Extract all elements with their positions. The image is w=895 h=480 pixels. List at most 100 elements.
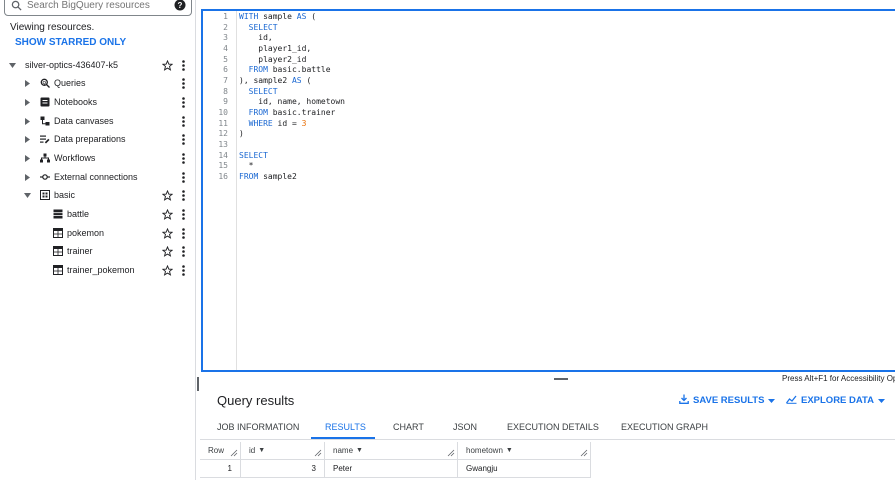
tabs-divider [200, 439, 895, 440]
line-number: 1 [223, 12, 228, 21]
svg-text:Q: Q [43, 80, 47, 85]
search-box[interactable]: ? [4, 0, 192, 16]
code-line[interactable]: ) [239, 129, 244, 138]
star-icon[interactable] [162, 264, 173, 276]
explore-data-button[interactable]: EXPLORE DATA [785, 394, 886, 407]
more-vert-icon[interactable] [180, 133, 186, 145]
search-input[interactable] [27, 0, 157, 11]
column-header-hometown[interactable]: hometown ▼ [458, 442, 591, 460]
table-row-battle[interactable]: battle [0, 205, 196, 223]
caret-right-icon[interactable] [23, 98, 31, 106]
sort-arrow-icon: ▼ [258, 447, 266, 454]
code-line[interactable]: FROM basic.trainer [239, 108, 336, 117]
caret-right-icon[interactable] [23, 117, 31, 125]
code-line[interactable]: FROM basic.battle [239, 65, 331, 74]
caret-right-icon[interactable] [23, 79, 31, 87]
editor-resize-handle[interactable] [554, 378, 568, 380]
code-line[interactable]: WITH sample AS ( [239, 12, 316, 21]
tree-item-workflows[interactable]: Workflows [0, 149, 196, 167]
resize-grip-icon[interactable] [447, 449, 455, 457]
canvas-icon [40, 116, 50, 126]
tab-execution-graph[interactable]: EXECUTION GRAPH [621, 422, 708, 438]
star-icon[interactable] [162, 245, 173, 257]
more-vert-icon[interactable] [180, 264, 186, 276]
results-title: Query results [217, 393, 295, 408]
star-icon[interactable] [162, 59, 173, 71]
panel-divider-handle[interactable] [197, 377, 199, 391]
star-icon[interactable] [162, 208, 173, 220]
tree-item-external-connections[interactable]: External connections [0, 168, 196, 186]
tree-item-notebooks[interactable]: Notebooks [0, 93, 196, 111]
resize-grip-icon[interactable] [230, 449, 238, 457]
tree-item-data-preparations[interactable]: Data preparations [0, 130, 196, 148]
line-number: 12 [218, 129, 228, 138]
code-line[interactable]: * [239, 161, 254, 170]
line-number: 15 [218, 161, 228, 170]
show-starred-button[interactable]: SHOW STARRED ONLY [15, 37, 126, 48]
column-header-name[interactable]: name ▼ [325, 442, 458, 460]
sql-keyword: AS [291, 76, 302, 85]
search-icon [11, 0, 23, 11]
table-row-trainer-pokemon[interactable]: trainer_pokemon [0, 261, 196, 279]
tree-item-data-canvases[interactable]: Data canvases [0, 112, 196, 130]
more-vert-icon[interactable] [180, 171, 186, 183]
tree-item-queries[interactable]: Q Queries [0, 74, 196, 92]
sort-arrow-icon: ▼ [505, 447, 513, 454]
code-line[interactable]: FROM sample2 [239, 172, 297, 181]
sql-text: ), sample2 [239, 76, 292, 85]
more-vert-icon[interactable] [180, 152, 186, 164]
code-line[interactable]: WHERE id = 3 [239, 119, 307, 128]
tab-results[interactable]: RESULTS [325, 422, 366, 438]
table-icon [53, 246, 63, 256]
code-line[interactable]: id, [239, 33, 272, 42]
more-vert-icon[interactable] [180, 96, 186, 108]
resize-grip-icon[interactable] [314, 449, 322, 457]
caret-right-icon[interactable] [23, 173, 31, 181]
explore-data-label: EXPLORE DATA [801, 395, 875, 406]
code-line[interactable]: SELECT [239, 87, 278, 96]
more-vert-icon[interactable] [180, 208, 186, 220]
more-vert-icon[interactable] [180, 245, 186, 257]
line-number: 7 [223, 76, 228, 85]
column-header-id[interactable]: id ▼ [241, 442, 325, 460]
sql-editor[interactable]: 1 2 3 4 5 6 7 8 9 10 11 12 13 14 15 16 W… [201, 9, 895, 372]
dropdown-arrow-icon [878, 395, 886, 406]
resize-grip-icon[interactable] [580, 449, 588, 457]
caret-right-icon[interactable] [23, 154, 31, 162]
caret-down-icon[interactable] [8, 61, 16, 69]
star-icon[interactable] [162, 227, 173, 239]
more-vert-icon[interactable] [180, 227, 186, 239]
line-number: 2 [223, 23, 228, 32]
table-row-trainer[interactable]: trainer [0, 242, 196, 260]
tab-chart[interactable]: CHART [393, 422, 424, 438]
project-row[interactable]: silver-optics-436407-k5 [0, 56, 196, 74]
more-vert-icon[interactable] [180, 59, 186, 71]
dataset-icon [40, 190, 50, 200]
caret-down-icon[interactable] [23, 191, 31, 199]
column-header-label: name [333, 446, 354, 455]
more-vert-icon[interactable] [180, 189, 186, 201]
help-icon[interactable]: ? [174, 0, 186, 11]
tab-execution-details[interactable]: EXECUTION DETAILS [507, 422, 599, 438]
code-line[interactable]: player1_id, [239, 44, 311, 53]
workflow-icon [40, 153, 50, 163]
code-line[interactable]: id, name, hometown [239, 97, 345, 106]
table-row-pokemon[interactable]: pokemon [0, 224, 196, 242]
more-vert-icon[interactable] [180, 115, 186, 127]
tab-job-information[interactable]: JOB INFORMATION [217, 422, 299, 438]
line-number: 10 [218, 108, 228, 117]
save-results-button[interactable]: SAVE RESULTS [679, 394, 776, 407]
dataset-row-basic[interactable]: basic [0, 186, 196, 204]
viewing-text: Viewing resources. [10, 22, 95, 33]
sql-keyword: FROM [239, 172, 259, 181]
code-line[interactable]: SELECT [239, 151, 268, 160]
code-line[interactable]: player2_id [239, 55, 306, 64]
sql-keyword: WHERE [248, 119, 273, 128]
more-vert-icon[interactable] [180, 77, 186, 89]
caret-right-icon[interactable] [23, 135, 31, 143]
tab-json[interactable]: JSON [453, 422, 477, 438]
star-icon[interactable] [162, 189, 173, 201]
code-line[interactable]: SELECT [239, 23, 278, 32]
code-line[interactable]: ), sample2 AS ( [239, 76, 311, 85]
dataset-label: basic [54, 190, 76, 200]
